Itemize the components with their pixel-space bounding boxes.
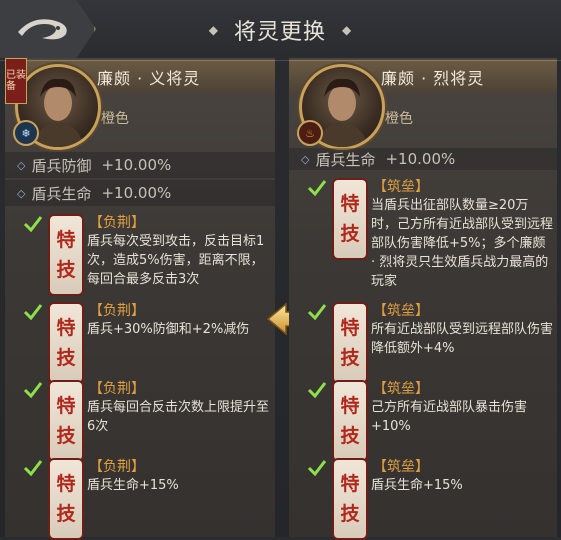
skill-seal-icon: 特技 — [332, 178, 368, 260]
skill-title: 【负荆】 — [89, 303, 145, 319]
skill-seal-icon: 特技 — [332, 458, 368, 540]
seal-char-bottom: 技 — [56, 503, 76, 525]
skill-desc: 盾兵每次受到攻击，反击目标1次，造成5%伤害，距离不限，每回合最多反击3次 — [87, 234, 265, 287]
seal-char-bottom: 技 — [56, 259, 76, 281]
check-icon — [23, 460, 43, 477]
check-icon — [23, 382, 43, 399]
skill-seal-icon: 特技 — [332, 302, 368, 384]
header: ◆ 将灵更换 ◆ — [0, 0, 561, 61]
skill-title: 【筑垒】 — [373, 303, 429, 319]
skill-title: 【负荆】 — [89, 459, 145, 475]
stat-diamond-icon: ◇ — [17, 186, 26, 200]
skill-title: 【筑垒】 — [373, 459, 429, 475]
stat-label: 盾兵生命 — [315, 150, 376, 169]
skill-title: 【负荆】 — [89, 215, 145, 231]
skill-desc: 盾兵+30%防御和+2%减伤 — [87, 322, 250, 337]
check-icon — [307, 382, 327, 399]
check-icon — [23, 304, 43, 321]
stat-value: +10.00% — [101, 184, 172, 202]
stat-row: ◇ 盾兵生命 +10.00% — [289, 148, 557, 170]
seal-char-bottom: 技 — [56, 347, 76, 369]
equipped-tag: 已装备 — [5, 58, 27, 104]
rarity-label: 橙色 — [385, 111, 413, 127]
skill-seal-icon: 特技 — [48, 458, 84, 540]
fire-element-icon: ♨ — [297, 120, 323, 146]
seal-char-top: 特 — [56, 229, 76, 251]
seal-char-bottom: 技 — [56, 425, 76, 447]
hero-name: 廉颇 · 义将灵 — [97, 69, 201, 88]
water-element-icon: ❄ — [13, 120, 39, 146]
seal-char-bottom: 技 — [340, 347, 360, 369]
stat-value: +10.00% — [385, 150, 456, 168]
stat-row: ◇ 盾兵生命 +10.00% — [5, 180, 275, 206]
dragon-back-icon — [18, 19, 67, 40]
seal-char-top: 特 — [56, 317, 76, 339]
skill-seal-icon: 特技 — [332, 380, 368, 462]
skill-seal-icon: 特技 — [48, 214, 84, 296]
seal-char-bottom: 技 — [340, 425, 360, 447]
skill-desc: 盾兵生命+15% — [371, 478, 463, 493]
seal-char-top: 特 — [340, 395, 360, 417]
seal-char-top: 特 — [340, 317, 360, 339]
title-diamond-right-icon: ◆ — [342, 23, 352, 37]
skill-title: 【筑垒】 — [373, 179, 429, 195]
check-icon — [307, 304, 327, 321]
skill-desc: 所有近战部队受到远程部队伤害降低额外+4% — [371, 322, 554, 356]
back-button[interactable] — [0, 0, 96, 58]
stat-label: 盾兵防御 — [31, 156, 92, 175]
seal-char-bottom: 技 — [340, 223, 360, 245]
skill-desc: 当盾兵出征部队数量≥20万时，己方所有近战部队受到远程部队伤害降低+5%；多个廉… — [371, 198, 554, 289]
rarity-label: 橙色 — [101, 111, 129, 127]
new-spirit-panel: 廉颇 · 烈将灵 ♨ 橙色 ◇ 盾兵生命 +10.00% 特技 【筑垒】 当盾兵… — [289, 58, 557, 540]
seal-char-bottom: 技 — [340, 503, 360, 525]
stat-diamond-icon: ◇ — [17, 158, 26, 172]
skill-desc: 盾兵生命+15% — [87, 478, 179, 493]
skill-title: 【筑垒】 — [373, 381, 429, 397]
stat-label: 盾兵生命 — [31, 184, 92, 203]
stat-diamond-icon: ◇ — [301, 152, 310, 166]
hero-name: 廉颇 · 烈将灵 — [381, 69, 485, 88]
check-icon — [307, 460, 327, 477]
title-area: ◆ 将灵更换 ◆ — [180, 14, 380, 46]
seal-char-top: 特 — [340, 473, 360, 495]
check-icon — [23, 216, 43, 233]
seal-char-top: 特 — [340, 193, 360, 215]
skill-desc: 己方所有近战部队暴击伤害+10% — [371, 400, 528, 434]
title-diamond-left-icon: ◆ — [208, 23, 218, 37]
stat-value: +10.00% — [101, 156, 172, 174]
seal-char-top: 特 — [56, 473, 76, 495]
skill-seal-icon: 特技 — [48, 302, 84, 384]
check-icon — [307, 180, 327, 197]
equipped-tag-text: 已装备 — [6, 70, 26, 92]
page-title: 将灵更换 — [233, 20, 326, 45]
stat-row: ◇ 盾兵防御 +10.00% — [5, 152, 275, 178]
skill-title: 【负荆】 — [89, 381, 145, 397]
seal-char-top: 特 — [56, 395, 76, 417]
skill-seal-icon: 特技 — [48, 380, 84, 462]
skill-desc: 盾兵每回合反击次数上限提升至6次 — [87, 400, 270, 434]
current-spirit-panel: 廉颇 · 义将灵 ❄ 已装备 橙色 ◇ 盾兵防御 +10.00% ◇ 盾兵生命 … — [5, 58, 275, 540]
